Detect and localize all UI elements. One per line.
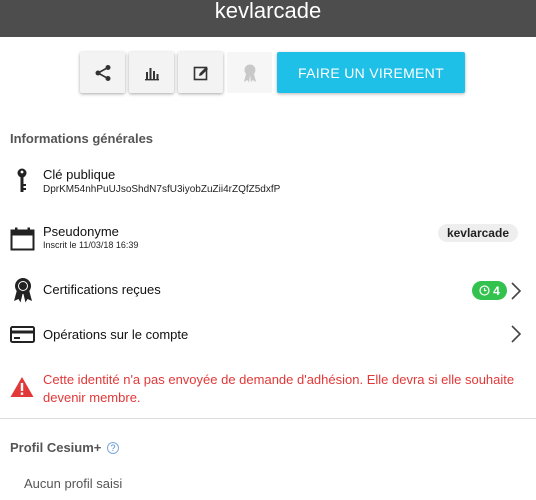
chevron-right-icon[interactable] [510, 281, 522, 301]
app-header: kevlarcade [0, 0, 536, 37]
pseudo-label: Pseudonyme [43, 224, 119, 239]
edit-icon [193, 66, 208, 80]
pubkey-row-icon-wrap [16, 168, 28, 199]
certifications-count-badge: 4 [472, 281, 507, 300]
share-icon [95, 64, 110, 81]
operations-row-icon-wrap [10, 326, 35, 348]
pseudo-badge: kevlarcade [437, 224, 518, 242]
certifications-label[interactable]: Certifications reçues [43, 282, 161, 297]
pseudo-registered-date: Inscrit le 11/03/18 16:39 [43, 240, 139, 250]
warning-row-icon-wrap [10, 376, 34, 403]
cesium-empty-profile: Aucun profil saisi [24, 476, 123, 491]
edit-button[interactable] [178, 52, 223, 93]
help-icon[interactable]: ? [107, 442, 120, 454]
section-title-cesium: Profil Cesium+ ? [10, 440, 120, 455]
calendar-icon [10, 227, 35, 251]
action-toolbar: FAIRE UN VIREMENT [80, 52, 465, 93]
certification-ribbon-icon [14, 278, 32, 303]
pubkey-value[interactable]: DprKM54nhPuUJsoShdN7sfU3iyobZuZii4rZQfZ5… [43, 184, 280, 195]
membership-warning: Cette identité n'a pas envoyée de demand… [43, 372, 515, 405]
credit-card-icon [10, 326, 35, 343]
chevron-right-icon[interactable] [510, 324, 522, 344]
bar-chart-icon [144, 67, 159, 80]
share-button[interactable] [80, 52, 125, 93]
stats-button[interactable] [129, 52, 174, 93]
section-title-general: Informations générales [10, 131, 154, 146]
divider [0, 418, 536, 419]
pseudo-row-icon-wrap [10, 227, 35, 256]
operations-label[interactable]: Opérations sur le compte [43, 327, 188, 342]
cesium-profile-title: Profil Cesium+ [10, 440, 102, 455]
certification-ribbon-icon [243, 64, 256, 82]
cert-row-icon-wrap [12, 277, 34, 308]
certifications-count: 4 [493, 283, 500, 298]
clock-icon [479, 285, 490, 296]
key-icon [17, 168, 27, 192]
certify-button[interactable] [227, 52, 272, 93]
transfer-button[interactable]: FAIRE UN VIREMENT [277, 52, 465, 93]
pubkey-label: Clé publique [43, 167, 116, 182]
page-title: kevlarcade [214, 0, 322, 23]
warning-icon [10, 377, 34, 397]
